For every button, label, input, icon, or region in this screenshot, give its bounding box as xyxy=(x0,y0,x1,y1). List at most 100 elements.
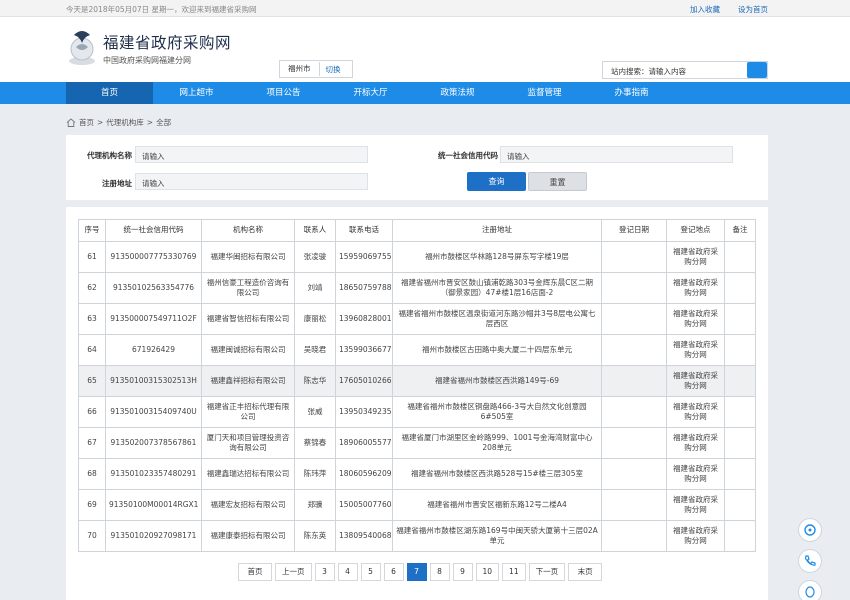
table-cell xyxy=(601,272,667,304)
main-nav: 首页 网上超市 项目公告 开标大厅 政策法规 监督管理 办事指南 xyxy=(0,82,850,104)
table-cell: 福建省福州市鼓楼区湖东路169号中闽天骄大厦第十三层02A单元 xyxy=(392,520,602,552)
page-button[interactable]: 首页 xyxy=(238,563,272,581)
table-cell: 64 xyxy=(78,334,106,366)
column-header: 统一社会信用代码 xyxy=(105,219,202,242)
search-input[interactable]: 站内搜索：请输入内容 xyxy=(603,62,747,78)
table-cell xyxy=(724,396,756,428)
table-cell: 69 xyxy=(78,489,106,521)
table-cell: 15959069755 xyxy=(335,241,393,273)
table-cell: 福建省福州市晋安区福新东路12号二楼A4 xyxy=(392,489,602,521)
search-button[interactable] xyxy=(747,62,767,78)
table-cell xyxy=(724,489,756,521)
nav-item[interactable]: 项目公告 xyxy=(240,82,327,104)
table-cell: 福建省福州市鼓楼区铜盘路466-3号大自然文化创意园6#505室 xyxy=(392,396,602,428)
add-favorite-link[interactable]: 加入收藏 xyxy=(690,4,720,15)
table-row[interactable]: 68 913501023357480291 福建鑫瑞达招标有限公司 陈玮萍 180605… xyxy=(78,458,756,490)
table-cell: 福建省福州市鼓楼区温泉街道河东路沙帽井3号8层电公寓七层西区 xyxy=(392,303,602,335)
table-row[interactable]: 66 91350100315409740U 福建省正丰招标代理有限公司 张威 13950… xyxy=(78,396,756,428)
table-row[interactable]: 70 913501020927098171 福建康泰招标有限公司 陈东英 1380954… xyxy=(78,520,756,552)
table-cell: 福建省政府采购分网 xyxy=(666,489,725,521)
page-button[interactable]: 11 xyxy=(502,563,526,581)
qq-button[interactable] xyxy=(798,580,822,600)
agency-name-input[interactable]: 请输入 xyxy=(135,146,368,163)
table-header-row: 序号 统一社会信用代码 机构名称 联系人 联系电话 注册地址 登记日期 登记地点 备注 xyxy=(78,219,756,242)
column-header: 机构名称 xyxy=(201,219,295,242)
table-cell: 913502007378567861 xyxy=(105,427,202,459)
page-button[interactable]: 5 xyxy=(360,563,381,581)
nav-item[interactable]: 首页 xyxy=(66,82,153,104)
table-cell: 17605010266 xyxy=(335,365,393,397)
table-cell xyxy=(724,272,756,304)
table-cell: 蔡锦春 xyxy=(294,427,336,459)
table-cell: 福建康泰招标有限公司 xyxy=(201,520,295,552)
table-row[interactable]: 65 91350100315302513H 福建鑫祥招标有限公司 陈志华 1760501… xyxy=(78,365,756,397)
breadcrumb-home[interactable]: 首页 xyxy=(79,117,94,128)
table-row[interactable]: 61 913500007775330769 福建华闽招标有限公司 张凌骏 1595906… xyxy=(78,241,756,273)
breadcrumb-agency-library[interactable]: 代理机构库 xyxy=(106,117,144,128)
table-cell: 70 xyxy=(78,520,106,552)
page-button[interactable]: 7 xyxy=(406,563,427,581)
table-cell: 福建省福州市鼓楼区西洪路149号-69 xyxy=(392,365,602,397)
column-header: 序号 xyxy=(78,219,106,242)
page-button[interactable]: 10 xyxy=(475,563,500,581)
nav-item[interactable]: 办事指南 xyxy=(588,82,675,104)
table-cell: 68 xyxy=(78,458,106,490)
page-button[interactable]: 下一页 xyxy=(528,563,566,581)
site-search: 站内搜索：请输入内容 xyxy=(602,61,768,79)
credit-code-input[interactable]: 请输入 xyxy=(500,146,733,163)
qq-icon xyxy=(805,586,815,598)
table-cell: 福建省智信招标有限公司 xyxy=(201,303,295,335)
table-cell: 91350102563354776 xyxy=(105,272,202,304)
nav-item[interactable]: 网上超市 xyxy=(153,82,240,104)
table-cell: 18060596209 xyxy=(335,458,393,490)
table-row[interactable]: 64 671926429 福建闽诚招标有限公司 吴晓君 13599036677 福州市鼓楼… xyxy=(78,334,756,366)
table-cell xyxy=(724,365,756,397)
table-cell: 陈志华 xyxy=(294,365,336,397)
page-button[interactable]: 9 xyxy=(452,563,473,581)
credit-code-label: 统一社会信用代码 xyxy=(438,151,498,160)
table-row[interactable]: 69 91350100M00014RGX1 福建宏友招标有限公司 郑骥 15005007… xyxy=(78,489,756,521)
table-cell: 13599036677 xyxy=(335,334,393,366)
page-button[interactable]: 8 xyxy=(429,563,450,581)
table-cell: 郑骥 xyxy=(294,489,336,521)
table-cell: 福建省政府采购分网 xyxy=(666,365,725,397)
results-panel: 序号 统一社会信用代码 机构名称 联系人 联系电话 注册地址 登记日期 登记地点 备注 61 91… xyxy=(66,207,768,600)
table-cell xyxy=(601,334,667,366)
site-header: 福建省政府采购网 中国政府采购网福建分网 福州市 切换 站内搜索：请输入内容 xyxy=(0,17,850,82)
query-button[interactable]: 查询 xyxy=(467,172,526,191)
set-home-link[interactable]: 设为首页 xyxy=(738,4,768,15)
table-cell: 福建闽诚招标有限公司 xyxy=(201,334,295,366)
table-row[interactable]: 67 913502007378567861 厦门天和项目管理投资咨询有限公司 蔡锦春 1… xyxy=(78,427,756,459)
service-chat-button[interactable] xyxy=(798,518,822,542)
phone-icon xyxy=(804,555,816,566)
table-row[interactable]: 62 91350102563354776 福州信豪工程造价咨询有限公司 刘靖 18650… xyxy=(78,272,756,304)
table-row[interactable]: 63 913500007549711O2F 福建省智信招标有限公司 康丽松 139608… xyxy=(78,303,756,335)
table-cell: 陈东英 xyxy=(294,520,336,552)
page-button[interactable]: 末页 xyxy=(568,563,603,581)
table-cell: 671926429 xyxy=(105,334,202,366)
table-cell: 福建省福州市鼓楼区西洪路528号15#楼三层305室 xyxy=(392,458,602,490)
home-icon xyxy=(66,118,76,127)
nav-item[interactable]: 开标大厅 xyxy=(327,82,414,104)
phone-button[interactable] xyxy=(798,549,822,573)
table-cell: 福建省政府采购分网 xyxy=(666,520,725,552)
column-header: 登记地点 xyxy=(666,219,725,242)
pagination: 首页 上一页 3 4 5 6 7 8 9 10 11 下一页 末页 xyxy=(238,563,603,581)
page-button[interactable]: 4 xyxy=(337,563,358,581)
page-button[interactable]: 3 xyxy=(314,563,335,581)
site-title[interactable]: 福建省政府采购网 xyxy=(103,31,231,53)
table-cell xyxy=(724,458,756,490)
page-button[interactable]: 6 xyxy=(383,563,404,581)
reset-button[interactable]: 重置 xyxy=(528,172,587,191)
top-bar: 今天是2018年05月07日 星期一，欢迎来到福建省采购网 加入收藏 设为首页 xyxy=(0,0,850,17)
city-selector: 福州市 切换 xyxy=(279,60,353,78)
nav-item[interactable]: 政策法规 xyxy=(414,82,501,104)
table-cell: 刘靖 xyxy=(294,272,336,304)
table-cell: 福建华闽招标有限公司 xyxy=(201,241,295,273)
table-cell xyxy=(724,427,756,459)
table-cell: 福建省政府采购分网 xyxy=(666,458,725,490)
nav-item[interactable]: 监督管理 xyxy=(501,82,588,104)
address-input[interactable]: 请输入 xyxy=(135,173,368,190)
city-switch-button[interactable]: 切换 xyxy=(320,64,347,75)
page-button[interactable]: 上一页 xyxy=(275,563,312,581)
